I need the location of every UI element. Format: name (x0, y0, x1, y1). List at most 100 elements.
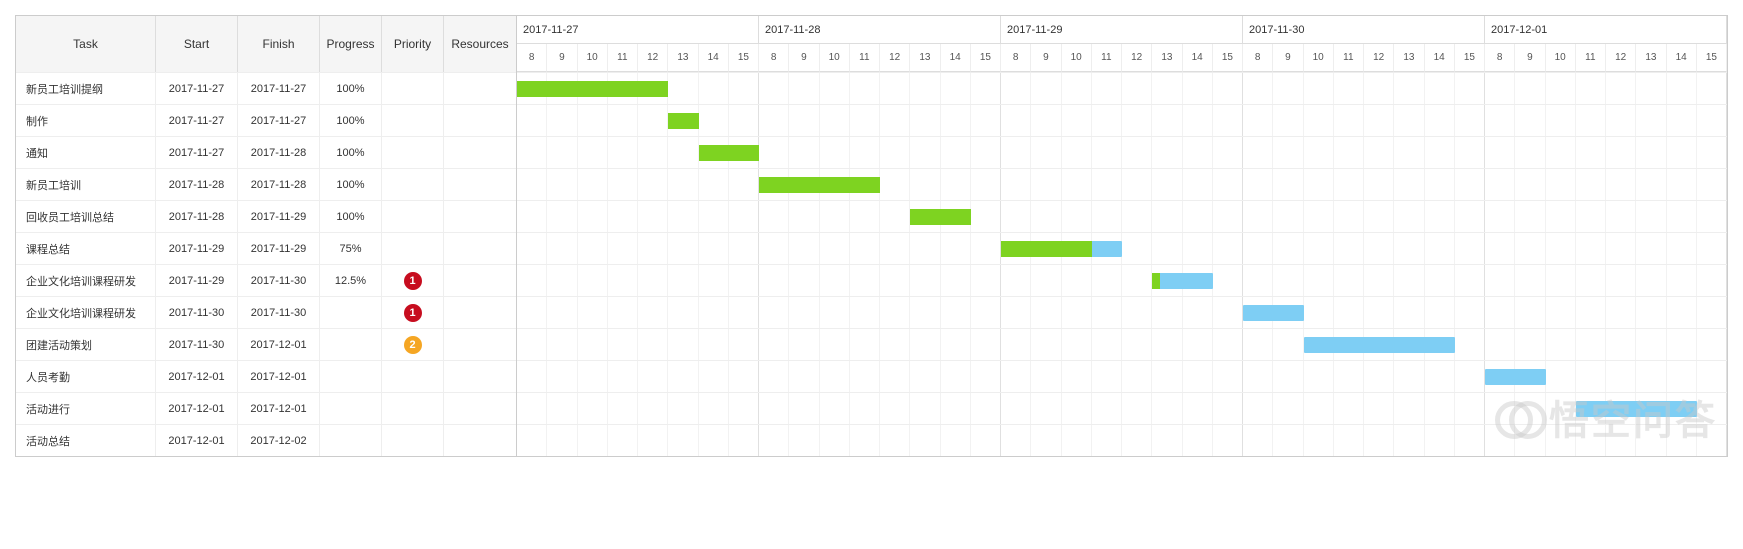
gantt-bar[interactable] (1485, 369, 1546, 385)
timeline-hour-label: 12 (1606, 44, 1636, 72)
timeline-body (517, 72, 1727, 456)
task-row[interactable]: 团建活动策划2017-11-302017-12-012 (16, 328, 516, 360)
timeline-hour-label: 15 (1455, 44, 1485, 72)
task-row[interactable]: 新员工培训2017-11-282017-11-28100% (16, 168, 516, 200)
task-progress-cell (320, 329, 382, 360)
column-header-finish[interactable]: Finish (238, 16, 320, 72)
column-header-progress[interactable]: Progress (320, 16, 382, 72)
task-finish-cell: 2017-11-30 (238, 297, 320, 328)
task-priority-cell (382, 393, 444, 424)
priority-badge: 1 (404, 272, 422, 290)
timeline-header-days: 2017-11-272017-11-282017-11-292017-11-30… (517, 16, 1727, 44)
gantt-bar[interactable] (759, 177, 880, 193)
task-row[interactable]: 活动总结2017-12-012017-12-02 (16, 424, 516, 456)
task-progress-cell (320, 425, 382, 456)
task-row[interactable]: 回收员工培训总结2017-11-282017-11-29100% (16, 200, 516, 232)
gantt-bar[interactable] (517, 81, 668, 97)
timeline-hour-label: 8 (517, 44, 547, 72)
task-name-cell[interactable]: 课程总结 (16, 233, 156, 264)
timeline-row (517, 72, 1727, 104)
timeline-row (517, 136, 1727, 168)
timeline-hour-label: 10 (1546, 44, 1576, 72)
task-resources-cell (444, 297, 516, 328)
task-progress-cell: 100% (320, 201, 382, 232)
timeline-day-label: 2017-11-27 (517, 16, 759, 44)
task-resources-cell (444, 329, 516, 360)
task-finish-cell: 2017-12-01 (238, 329, 320, 360)
task-priority-cell (382, 137, 444, 168)
task-name-cell[interactable]: 新员工培训提纲 (16, 73, 156, 104)
task-finish-cell: 2017-11-28 (238, 137, 320, 168)
timeline-hour-label: 14 (1183, 44, 1213, 72)
task-name-cell[interactable]: 通知 (16, 137, 156, 168)
column-header-task[interactable]: Task (16, 16, 156, 72)
timeline-hour-label: 12 (1122, 44, 1152, 72)
gantt-bar-progress (1001, 241, 1092, 257)
timeline-hour-label: 11 (1092, 44, 1122, 72)
task-start-cell: 2017-11-27 (156, 137, 238, 168)
task-priority-cell (382, 425, 444, 456)
task-row[interactable]: 人员考勤2017-12-012017-12-01 (16, 360, 516, 392)
gantt-bar-progress (699, 145, 760, 161)
task-row[interactable]: 新员工培训提纲2017-11-272017-11-27100% (16, 72, 516, 104)
timeline-hour-label: 14 (941, 44, 971, 72)
task-resources-cell (444, 393, 516, 424)
timeline-row (517, 360, 1727, 392)
timeline-row (517, 424, 1727, 456)
timeline-day-label: 2017-11-30 (1243, 16, 1485, 44)
timeline-hour-label: 14 (1667, 44, 1697, 72)
task-row[interactable]: 企业文化培训课程研发2017-11-302017-11-301 (16, 296, 516, 328)
gantt-bar[interactable] (1001, 241, 1122, 257)
task-name-cell[interactable]: 企业文化培训课程研发 (16, 297, 156, 328)
task-table-header: Task Start Finish Progress Priority Reso… (16, 16, 516, 72)
timeline-row (517, 104, 1727, 136)
task-start-cell: 2017-12-01 (156, 425, 238, 456)
column-header-resources[interactable]: Resources (444, 16, 516, 72)
gantt-bar-progress (517, 81, 668, 97)
gantt-bar-progress (910, 209, 971, 225)
task-name-cell[interactable]: 制作 (16, 105, 156, 136)
priority-badge: 2 (404, 336, 422, 354)
column-header-start[interactable]: Start (156, 16, 238, 72)
timeline-hour-label: 12 (1364, 44, 1394, 72)
gantt-bar[interactable] (668, 113, 698, 129)
task-resources-cell (444, 361, 516, 392)
task-row[interactable]: 活动进行2017-12-012017-12-01 (16, 392, 516, 424)
gantt-bar-progress (759, 177, 880, 193)
gantt-bar[interactable] (1243, 305, 1304, 321)
timeline-hour-label: 15 (971, 44, 1001, 72)
timeline-hour-label: 8 (1485, 44, 1515, 72)
timeline-row (517, 168, 1727, 200)
gantt-bar[interactable] (699, 145, 760, 161)
gantt-bar[interactable] (910, 209, 971, 225)
task-start-cell: 2017-12-01 (156, 361, 238, 392)
task-start-cell: 2017-12-01 (156, 393, 238, 424)
gantt-bar[interactable] (1304, 337, 1455, 353)
task-name-cell[interactable]: 活动进行 (16, 393, 156, 424)
task-progress-cell (320, 361, 382, 392)
timeline-hour-label: 13 (1152, 44, 1182, 72)
task-row[interactable]: 企业文化培训课程研发2017-11-292017-11-3012.5%1 (16, 264, 516, 296)
gantt-bar[interactable] (1152, 273, 1213, 289)
task-finish-cell: 2017-11-27 (238, 105, 320, 136)
task-row[interactable]: 制作2017-11-272017-11-27100% (16, 104, 516, 136)
timeline-row (517, 328, 1727, 360)
task-name-cell[interactable]: 企业文化培训课程研发 (16, 265, 156, 296)
task-name-cell[interactable]: 新员工培训 (16, 169, 156, 200)
task-name-cell[interactable]: 人员考勤 (16, 361, 156, 392)
task-name-cell[interactable]: 活动总结 (16, 425, 156, 456)
timeline-hour-label: 15 (729, 44, 759, 72)
task-name-cell[interactable]: 团建活动策划 (16, 329, 156, 360)
task-priority-cell: 2 (382, 329, 444, 360)
gantt-bar[interactable] (1576, 401, 1697, 417)
timeline-hour-label: 10 (578, 44, 608, 72)
task-row[interactable]: 课程总结2017-11-292017-11-2975% (16, 232, 516, 264)
column-header-priority[interactable]: Priority (382, 16, 444, 72)
task-finish-cell: 2017-12-02 (238, 425, 320, 456)
task-progress-cell: 100% (320, 105, 382, 136)
task-resources-cell (444, 201, 516, 232)
task-row[interactable]: 通知2017-11-272017-11-28100% (16, 136, 516, 168)
task-name-cell[interactable]: 回收员工培训总结 (16, 201, 156, 232)
timeline-day-label: 2017-12-01 (1485, 16, 1727, 44)
timeline-hour-label: 14 (699, 44, 729, 72)
